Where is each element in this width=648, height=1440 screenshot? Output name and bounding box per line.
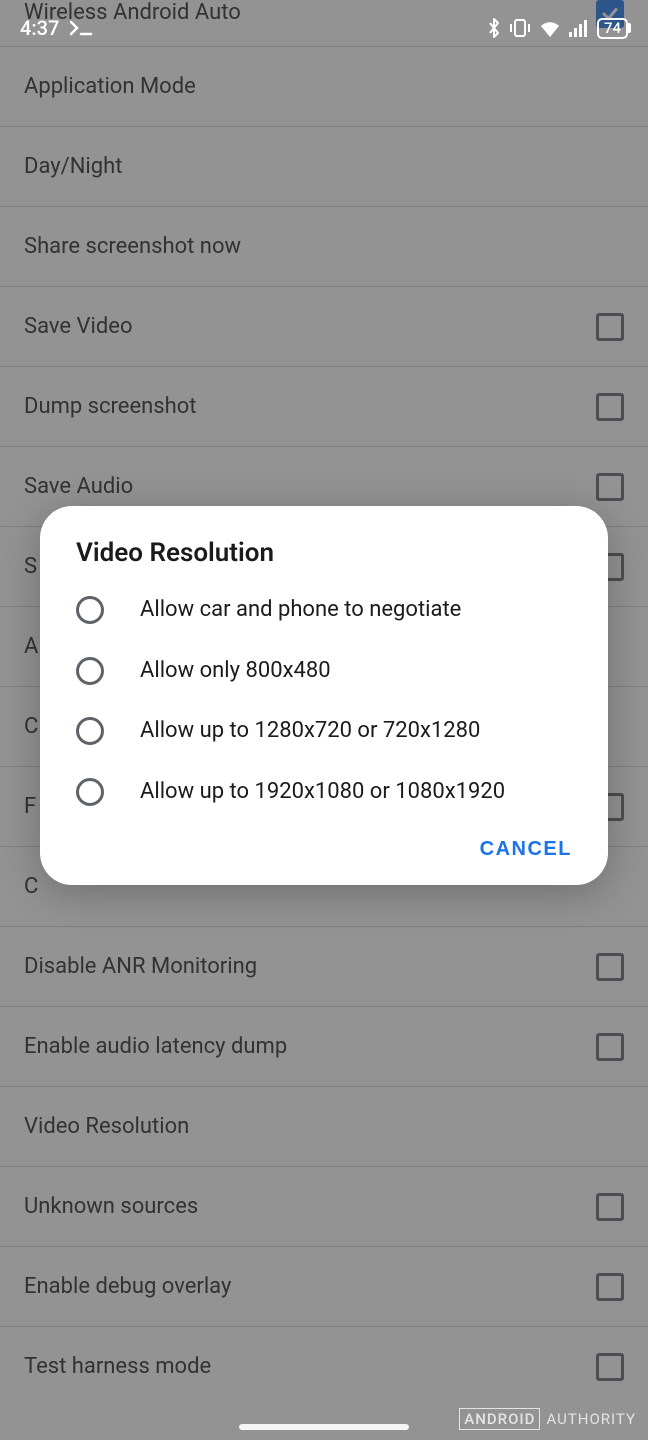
radio-icon [76,596,104,624]
battery-icon: 74 [597,18,628,39]
vibrate-icon [509,18,531,38]
signal-icon [569,19,589,37]
radio-icon [76,717,104,745]
status-time: 4:37 [20,16,59,40]
dialog-option-label: Allow up to 1920x1080 or 1080x1920 [140,778,505,807]
dialog-option-label: Allow car and phone to negotiate [140,596,461,625]
watermark: ANDROID AUTHORITY [459,1408,636,1430]
status-bar: 4:37 74 [0,0,648,56]
dialog-option[interactable]: Allow only 800x480 [40,641,608,702]
cancel-button[interactable]: Cancel [480,838,572,861]
dialog-option[interactable]: Allow car and phone to negotiate [40,580,608,641]
wifi-icon [539,19,561,37]
video-resolution-dialog: Video Resolution Allow car and phone to … [40,506,608,885]
bluetooth-icon [487,17,501,39]
terminal-icon [69,20,93,36]
nav-bar-indicator[interactable] [239,1424,409,1430]
dialog-option[interactable]: Allow up to 1920x1080 or 1080x1920 [40,762,608,823]
dialog-option-label: Allow up to 1280x720 or 720x1280 [140,717,480,746]
watermark-rest: AUTHORITY [546,1410,636,1428]
dialog-title: Video Resolution [40,538,608,580]
radio-icon [76,657,104,685]
radio-icon [76,778,104,806]
watermark-boxed: ANDROID [459,1408,540,1430]
dialog-option[interactable]: Allow up to 1280x720 or 720x1280 [40,701,608,762]
dialog-option-label: Allow only 800x480 [140,657,331,686]
battery-level: 74 [604,19,621,37]
